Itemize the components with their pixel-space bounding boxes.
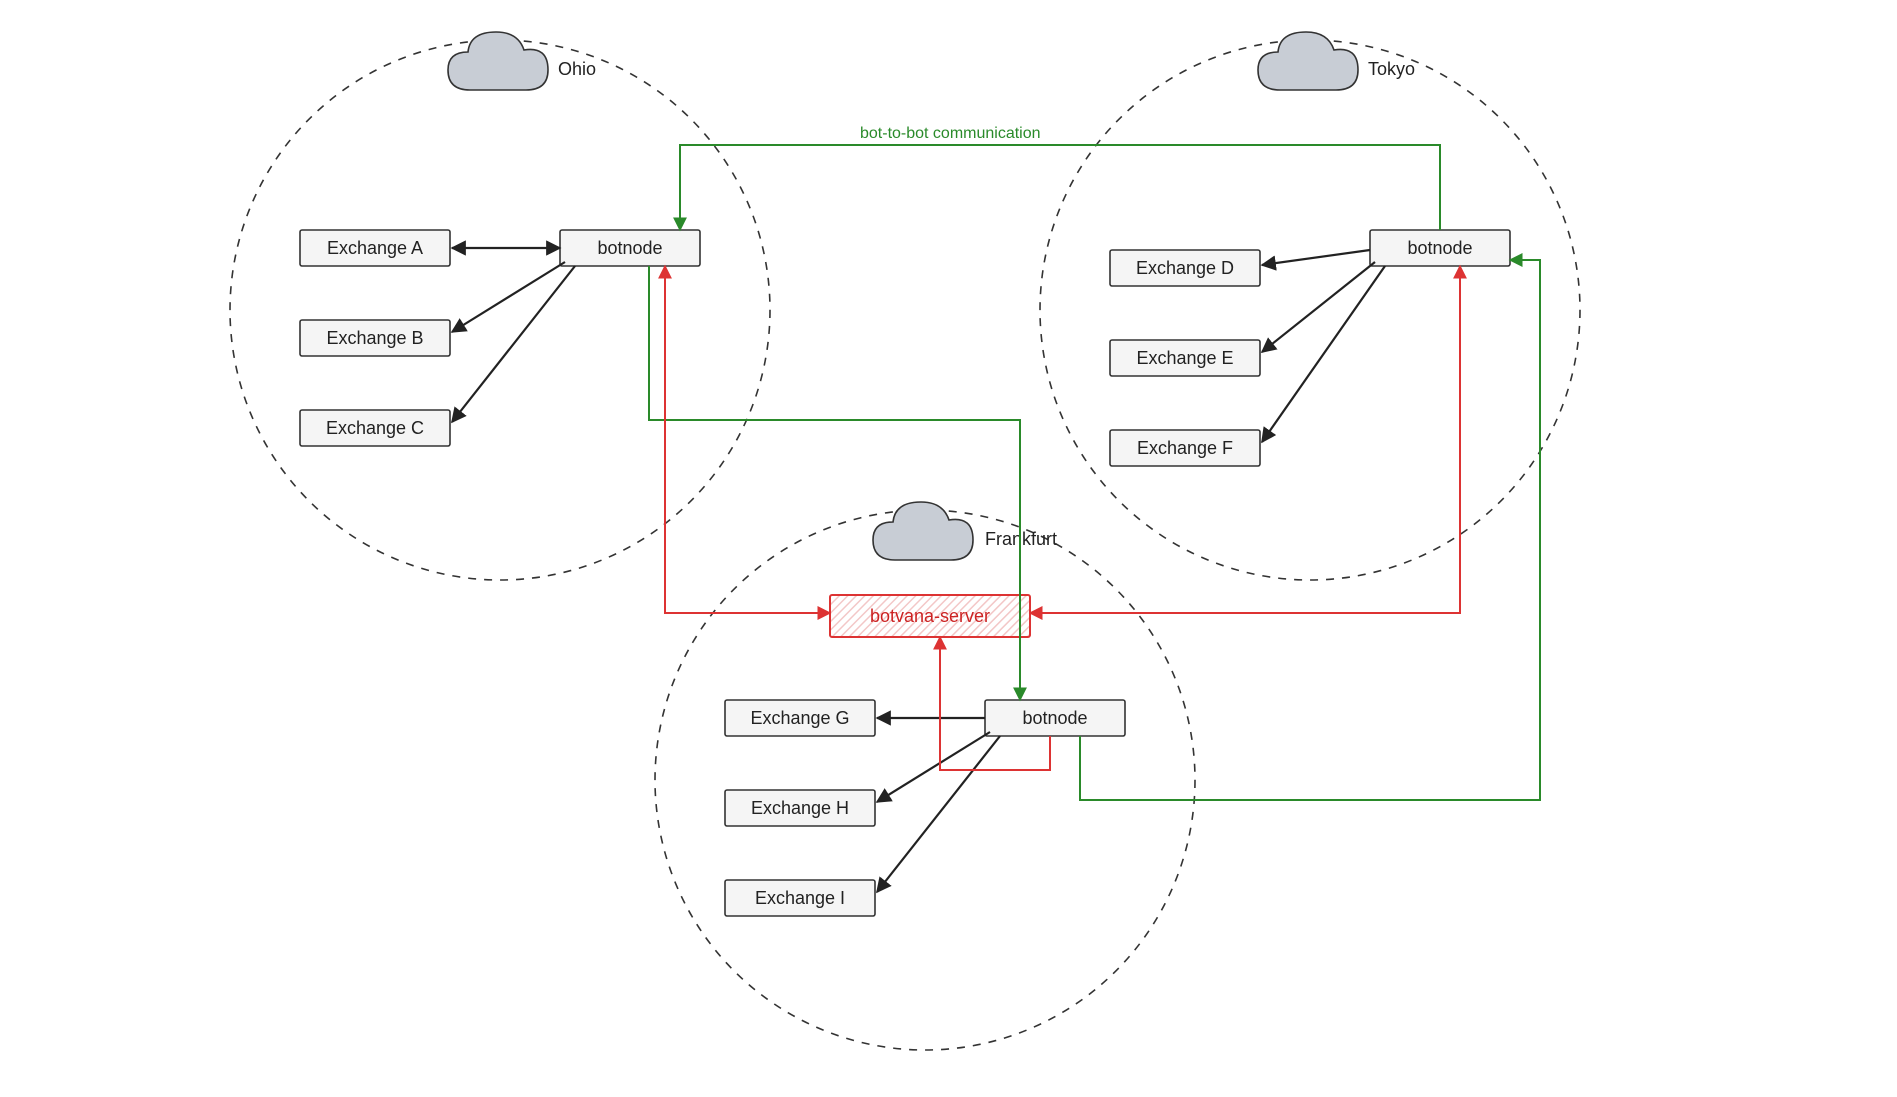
exchange-a-box: Exchange A <box>300 230 450 266</box>
region-frankfurt-boundary <box>655 510 1195 1050</box>
link-botnode-tokyo-exD <box>1262 250 1370 265</box>
link-botnode-tokyo-exF <box>1262 266 1385 442</box>
cloud-icon <box>448 32 548 90</box>
botnode-frankfurt: botnode <box>985 700 1125 736</box>
exchange-c-box: Exchange C <box>300 410 450 446</box>
exchange-h-box: Exchange H <box>725 790 875 826</box>
botnode-tokyo: botnode <box>1370 230 1510 266</box>
link-botnode-frankfurt-exI <box>877 736 1000 892</box>
link-botnode-ohio-exB <box>452 262 565 332</box>
botvana-server-box: botvana-server <box>830 595 1030 637</box>
link-red-ohio-server <box>665 266 830 613</box>
region-frankfurt: Frankfurt botvana-server botnode Exchang… <box>655 502 1195 1050</box>
exchange-e-box: Exchange E <box>1110 340 1260 376</box>
link-botnode-frankfurt-exH <box>877 732 990 802</box>
region-ohio: Ohio botnode Exchange A Exchange B Excha… <box>230 32 770 580</box>
botvana-server-label: botvana-server <box>870 606 990 626</box>
exchange-c-label: Exchange C <box>326 418 424 438</box>
bot-to-bot-label: bot-to-bot communication <box>860 125 1041 142</box>
cloud-icon <box>1258 32 1358 90</box>
exchange-d-label: Exchange D <box>1136 258 1234 278</box>
exchange-a-label: Exchange A <box>327 238 423 258</box>
botnode-tokyo-label: botnode <box>1407 238 1472 258</box>
region-tokyo-label: Tokyo <box>1368 59 1415 79</box>
exchange-h-label: Exchange H <box>751 798 849 818</box>
botnode-ohio-label: botnode <box>597 238 662 258</box>
exchange-f-label: Exchange F <box>1137 438 1233 458</box>
link-green-tokyo-to-ohio <box>680 145 1440 230</box>
exchange-b-label: Exchange B <box>326 328 423 348</box>
exchange-i-label: Exchange I <box>755 888 845 908</box>
exchange-d-box: Exchange D <box>1110 250 1260 286</box>
region-ohio-boundary <box>230 40 770 580</box>
botnode-frankfurt-label: botnode <box>1022 708 1087 728</box>
region-tokyo-boundary <box>1040 40 1580 580</box>
exchange-e-label: Exchange E <box>1136 348 1233 368</box>
exchange-b-box: Exchange B <box>300 320 450 356</box>
exchange-f-box: Exchange F <box>1110 430 1260 466</box>
exchange-g-label: Exchange G <box>750 708 849 728</box>
exchange-g-box: Exchange G <box>725 700 875 736</box>
link-botnode-tokyo-exE <box>1262 262 1375 352</box>
region-ohio-label: Ohio <box>558 59 596 79</box>
region-tokyo: Tokyo botnode Exchange D Exchange E Exch… <box>1040 32 1580 580</box>
architecture-diagram: Ohio botnode Exchange A Exchange B Excha… <box>0 0 1897 1097</box>
exchange-i-box: Exchange I <box>725 880 875 916</box>
link-botnode-ohio-exC <box>452 266 575 422</box>
region-frankfurt-label: Frankfurt <box>985 529 1057 549</box>
cloud-icon <box>873 502 973 560</box>
botnode-ohio: botnode <box>560 230 700 266</box>
